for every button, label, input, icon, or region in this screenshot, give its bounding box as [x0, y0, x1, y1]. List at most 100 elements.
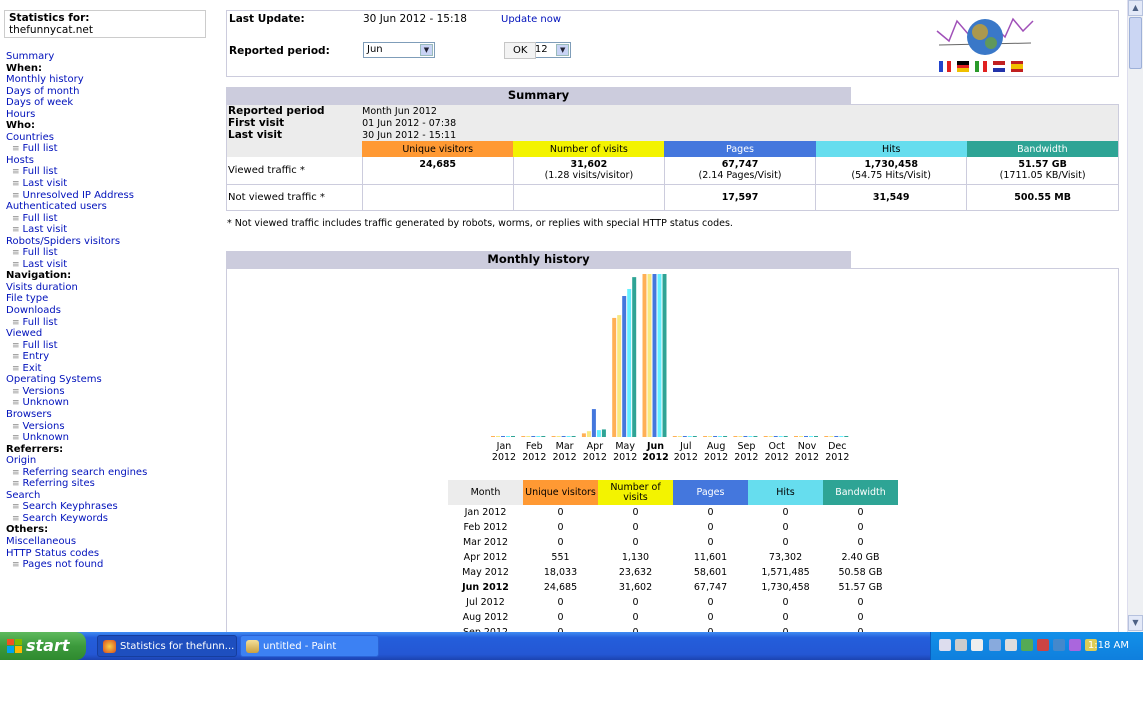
volume-icon[interactable]: [1005, 639, 1017, 651]
sidebar-item-operating-systems[interactable]: Operating Systems: [6, 374, 211, 386]
tray-icon[interactable]: [989, 639, 1001, 651]
scrollbar-thumb[interactable]: [1129, 17, 1142, 69]
site-name: thefunnycat.net: [9, 24, 93, 36]
value-cell: 0: [557, 537, 564, 548]
bar-feb-4: [541, 436, 546, 437]
hcol-bandwidth: Bandwidth: [823, 480, 898, 505]
sidebar-item-unknown[interactable]: Unknown: [6, 432, 211, 444]
month-label-year: 2012: [704, 452, 729, 463]
sidebar-item-referring-search-engines[interactable]: Referring search engines: [6, 467, 211, 479]
table-row: Apr 2012 551 1,130 11,601 73,302 2.40 GB: [448, 550, 898, 565]
tray-icon[interactable]: [971, 639, 983, 651]
sidebar-item-last-visit[interactable]: Last visit: [6, 259, 211, 271]
scroll-up-icon[interactable]: ▲: [1128, 0, 1143, 16]
sidebar-item-viewed[interactable]: Viewed: [6, 328, 211, 340]
month-label-apr: Apr 2012: [580, 441, 610, 463]
tray-icon[interactable]: [1069, 639, 1081, 651]
monthly-history-title: Monthly history: [226, 251, 851, 268]
sidebar-item-full-list[interactable]: Full list: [6, 317, 211, 329]
value-cell: 0: [707, 612, 714, 623]
bar-jun-2: [652, 274, 657, 437]
sidebar-item-referring-sites[interactable]: Referring sites: [6, 478, 211, 490]
sidebar-item-full-list[interactable]: Full list: [6, 143, 211, 155]
month-label-year: 2012: [582, 452, 607, 463]
month-label-name: May: [615, 441, 635, 452]
bar-mar-2: [561, 436, 566, 437]
sidebar-item-hosts[interactable]: Hosts: [6, 155, 211, 167]
col-bandwidth: Bandwidth: [966, 141, 1118, 157]
scroll-down-icon[interactable]: ▼: [1128, 615, 1143, 631]
bar-may-1: [617, 315, 622, 437]
sidebar-section-who: Who:: [6, 120, 36, 132]
taskbar: start Statistics for thefunn... untitled…: [0, 632, 1143, 660]
value-cell: 0: [857, 537, 864, 548]
sidebar-item-search-keyphrases[interactable]: Search Keyphrases: [6, 501, 211, 513]
month-select[interactable]: Jun ▼: [363, 42, 435, 58]
hcol-number-of-visits: Number of visits: [598, 480, 673, 505]
sidebar-item-days-of-month[interactable]: Days of month: [6, 86, 211, 98]
first-visit-value: 01 Jun 2012 - 07:38: [362, 117, 457, 129]
sidebar-item-file-type[interactable]: File type: [6, 293, 211, 305]
sidebar-item-origin[interactable]: Origin: [6, 455, 211, 467]
sidebar-item-days-of-week[interactable]: Days of week: [6, 97, 211, 109]
sidebar-item-last-visit[interactable]: Last visit: [6, 224, 211, 236]
sidebar-item-search-keywords[interactable]: Search Keywords: [6, 513, 211, 525]
sidebar-item-full-list[interactable]: Full list: [6, 166, 211, 178]
start-button[interactable]: start: [0, 632, 86, 660]
bar-jul-3: [687, 436, 692, 437]
sidebar-item-full-list[interactable]: Full list: [6, 213, 211, 225]
taskbar-item-paint[interactable]: untitled - Paint: [240, 635, 379, 657]
ok-button[interactable]: OK: [504, 42, 537, 59]
sidebar-item-authenticated-users[interactable]: Authenticated users: [6, 201, 211, 213]
sidebar-item-miscellaneous[interactable]: Miscellaneous: [6, 536, 211, 548]
sidebar-item-robots-spiders-visitors[interactable]: Robots/Spiders visitors: [6, 236, 211, 248]
col-number-of-visits: Number of visits: [513, 141, 665, 157]
month-cell: Mar 2012: [462, 537, 509, 548]
sidebar-item-versions[interactable]: Versions: [6, 386, 211, 398]
sidebar-section-others: Others:: [6, 524, 49, 536]
month-label-jun: Jun 2012: [641, 441, 671, 463]
month-label-year: 2012: [734, 452, 759, 463]
network-icon[interactable]: [1053, 639, 1065, 651]
bar-dec-0: [824, 436, 829, 437]
sidebar-item-entry[interactable]: Entry: [6, 351, 211, 363]
value-cell: 58,601: [693, 567, 728, 578]
last-visit-label: Last visit: [228, 129, 283, 141]
viewed-visits: 31,602: [570, 159, 608, 171]
sidebar-item-downloads[interactable]: Downloads: [6, 305, 211, 317]
month-label-dec: Dec 2012: [822, 441, 852, 463]
tray-icon[interactable]: [939, 639, 951, 651]
sidebar-item-unresolved-ip-address[interactable]: Unresolved IP Address: [6, 190, 211, 202]
tray-icon[interactable]: [1037, 639, 1049, 651]
viewed-visits-sub: (1.28 visits/visitor): [544, 170, 634, 182]
sidebar-item-http-status-codes[interactable]: HTTP Status codes: [6, 548, 211, 560]
sidebar-item-summary[interactable]: Summary: [6, 51, 211, 63]
sidebar-item-last-visit[interactable]: Last visit: [6, 178, 211, 190]
sidebar-item-countries[interactable]: Countries: [6, 132, 211, 144]
sidebar-item-visits-duration[interactable]: Visits duration: [6, 282, 211, 294]
not-viewed-traffic-label: Not viewed traffic *: [228, 191, 325, 203]
bar-nov-2: [804, 436, 808, 437]
sidebar-item-unknown[interactable]: Unknown: [6, 397, 211, 409]
sidebar-item-browsers[interactable]: Browsers: [6, 409, 211, 421]
bar-nov-4: [814, 436, 818, 437]
sidebar-item-pages-not-found[interactable]: Pages not found: [6, 559, 211, 571]
sidebar-item-monthly-history[interactable]: Monthly history: [6, 74, 211, 86]
viewed-bandwidth-sub: (1711.05 KB/Visit): [999, 170, 1086, 182]
bar-oct-4: [783, 436, 788, 437]
sidebar-item-hours[interactable]: Hours: [6, 109, 211, 121]
month-label-name: Sep: [737, 441, 756, 452]
tray-icon[interactable]: [955, 639, 967, 651]
sidebar-item-versions[interactable]: Versions: [6, 421, 211, 433]
vertical-scrollbar[interactable]: ▲ ▼: [1127, 0, 1143, 632]
bar-jan-1: [496, 436, 500, 437]
update-now-link[interactable]: Update now: [501, 14, 561, 25]
sidebar-item-full-list[interactable]: Full list: [6, 340, 211, 352]
sidebar-item-search[interactable]: Search: [6, 490, 211, 502]
taskbar-item-browser[interactable]: Statistics for thefunn...: [97, 635, 237, 657]
sidebar-item-full-list[interactable]: Full list: [6, 247, 211, 259]
value-cell: 0: [782, 597, 789, 608]
bar-dec-4: [844, 436, 849, 437]
sidebar-item-exit[interactable]: Exit: [6, 363, 211, 375]
tray-icon[interactable]: [1021, 639, 1033, 651]
